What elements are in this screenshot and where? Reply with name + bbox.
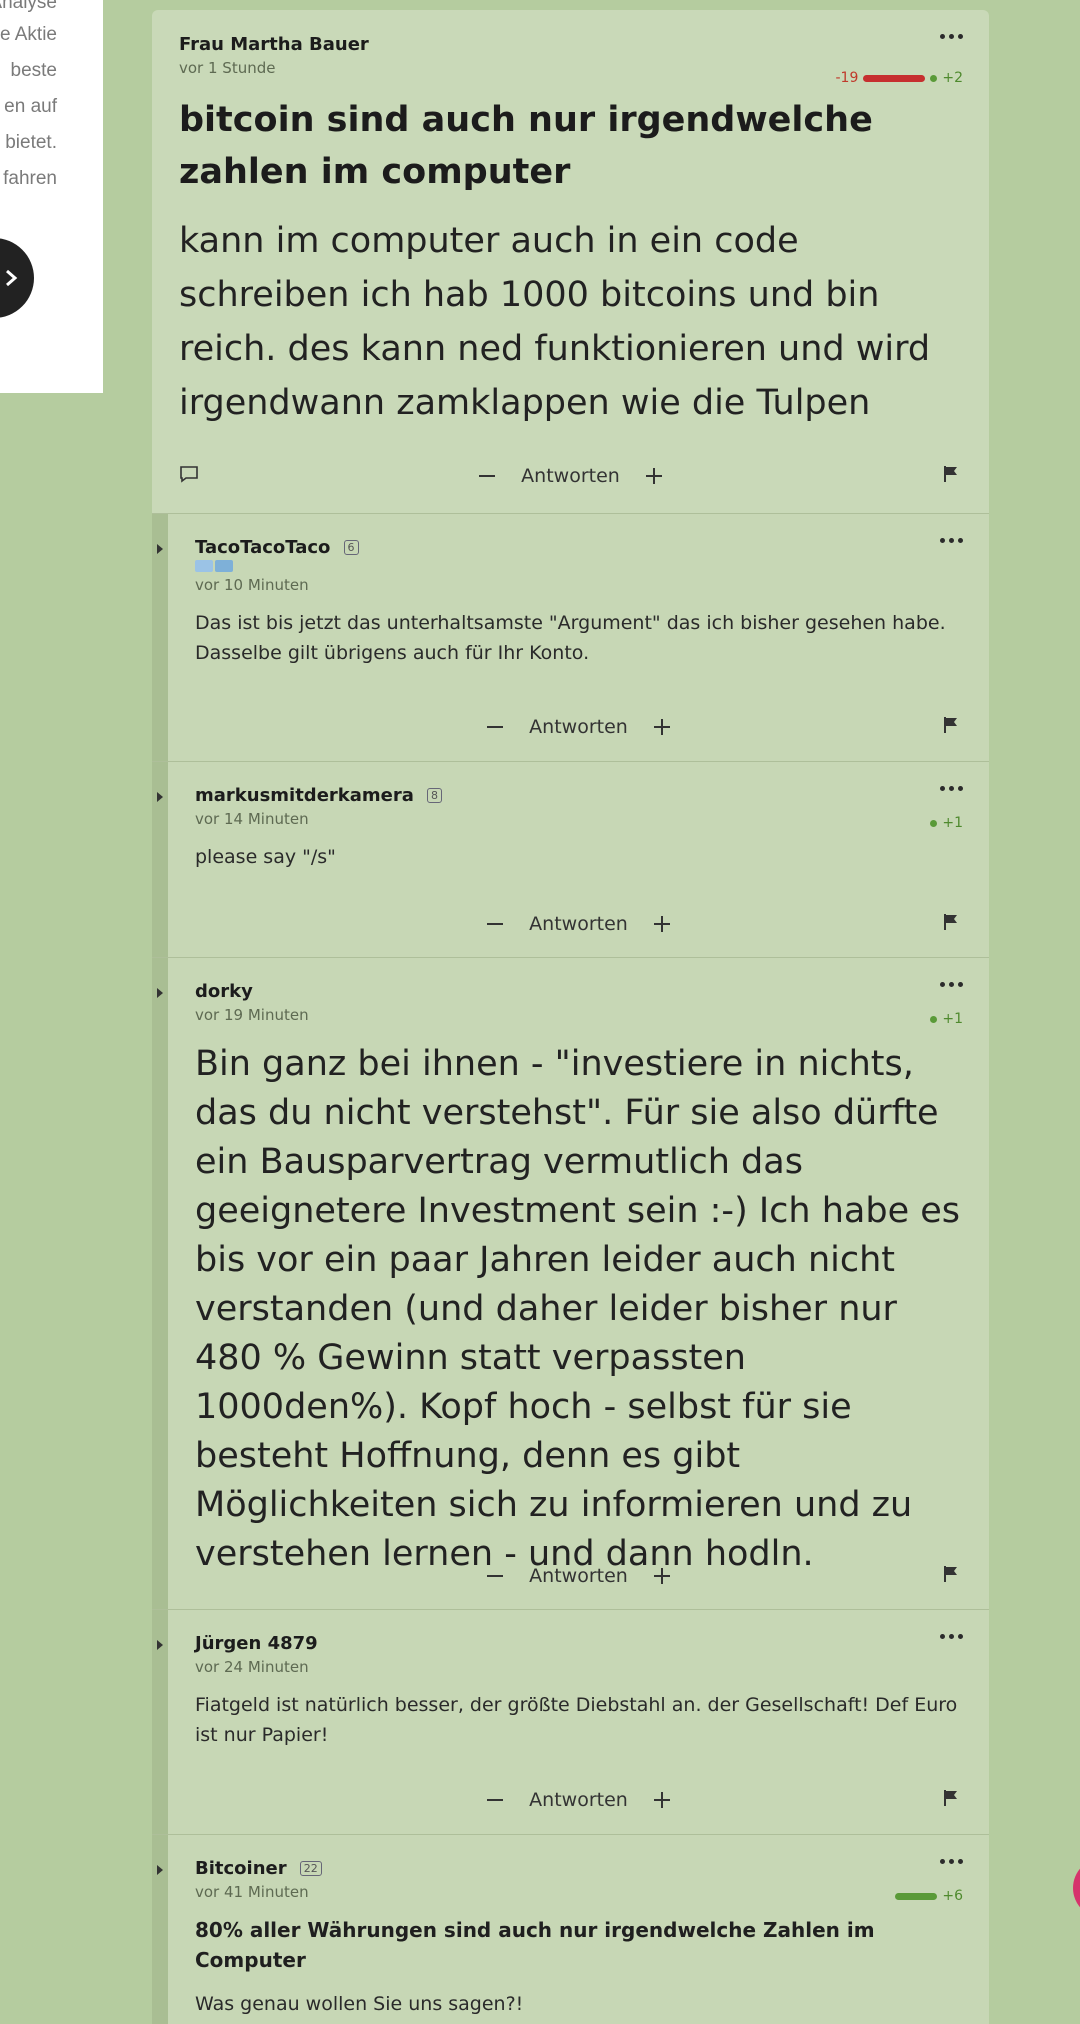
flag-icon xyxy=(215,560,233,572)
comment-author[interactable]: markusmitderkamera xyxy=(195,785,414,806)
comment-title: 80% aller Währungen sind auch nur irgend… xyxy=(195,1918,875,1972)
upvote-button[interactable] xyxy=(653,719,670,735)
flag-icon[interactable] xyxy=(943,716,959,738)
downvote-button[interactable] xyxy=(487,1799,504,1801)
reply-button[interactable]: Antworten xyxy=(523,716,634,738)
positive-votes: +6 xyxy=(942,1888,963,1904)
comment-author[interactable]: Jürgen 4879 xyxy=(195,1633,962,1654)
comment-body: Das ist bis jetzt das unterhaltsamste "A… xyxy=(195,612,946,664)
vote-ratio: +1 xyxy=(930,815,963,831)
posting-author[interactable]: Frau Martha Bauer xyxy=(179,34,962,55)
comment-actions: Antworten xyxy=(152,1556,989,1596)
reply-comment: markusmitderkamera 8 vor 14 Minuten plea… xyxy=(152,762,989,958)
comment-author[interactable]: TacoTacoTaco xyxy=(195,537,330,558)
positive-votes: +2 xyxy=(942,70,963,86)
downvote-button[interactable] xyxy=(487,1575,504,1577)
flag-icon xyxy=(195,560,213,572)
negative-votes: -19 xyxy=(835,70,859,86)
teaser-line: che Aktie xyxy=(0,24,57,45)
negative-bar xyxy=(863,74,926,82)
comment-author[interactable]: dorky xyxy=(195,981,962,1002)
upvote-button[interactable] xyxy=(653,916,670,932)
user-badge: 8 xyxy=(426,788,442,803)
comment-time: vor 14 Minuten xyxy=(195,810,309,828)
flag-icon[interactable] xyxy=(943,1789,959,1811)
comment-time: vor 41 Minuten xyxy=(195,1883,309,1901)
comment-time: vor 19 Minuten xyxy=(195,1006,309,1024)
comment-time: vor 10 Minuten xyxy=(195,576,309,594)
reply-button[interactable]: Antworten xyxy=(523,913,634,935)
reply-comment: Jürgen 4879 vor 24 Minuten Fiatgeld ist … xyxy=(152,1610,989,1835)
user-badge: 6 xyxy=(343,540,359,555)
reply-comment: Bitcoiner 22 vor 41 Minuten 80% aller Wä… xyxy=(152,1835,989,2024)
teaser-line: Analyse xyxy=(0,0,57,13)
user-badge: 22 xyxy=(299,1861,322,1876)
floating-action-button[interactable] xyxy=(1073,1858,1080,1918)
more-options-button[interactable] xyxy=(940,34,963,39)
posting-actions: Antworten xyxy=(152,456,989,496)
comment-body: Bin ganz bei ihnen - "investiere in nich… xyxy=(195,1044,960,1574)
posting-title: bitcoin sind auch nur irgendwelche zahle… xyxy=(179,100,873,192)
comment-thread: Frau Martha Bauer vor 1 Stunde -19 +2 bi… xyxy=(152,10,989,2024)
flag-icon[interactable] xyxy=(943,1565,959,1587)
more-options-button[interactable] xyxy=(940,538,963,543)
more-options-button[interactable] xyxy=(940,982,963,987)
comment-time: vor 24 Minuten xyxy=(195,1658,309,1676)
reply-button[interactable]: Antworten xyxy=(523,1565,634,1587)
downvote-button[interactable] xyxy=(487,726,504,728)
thread-gutter[interactable] xyxy=(152,958,168,1609)
comment-actions: Antworten xyxy=(152,707,989,747)
downvote-button[interactable] xyxy=(479,475,496,477)
comment-actions: Antworten xyxy=(152,1780,989,1820)
posting-body: kann im computer auch in ein code schrei… xyxy=(179,221,931,423)
comment-author[interactable]: Bitcoiner xyxy=(195,1858,287,1879)
comment-body: please say "/s" xyxy=(195,846,336,868)
next-button[interactable] xyxy=(0,238,34,318)
comment-actions: Antworten xyxy=(152,904,989,944)
flag-icon[interactable] xyxy=(943,465,959,487)
root-posting: Frau Martha Bauer vor 1 Stunde -19 +2 bi… xyxy=(152,10,989,514)
upvote-button[interactable] xyxy=(653,1792,670,1808)
chevron-right-icon xyxy=(6,269,18,287)
comment-body: Was genau wollen Sie uns sagen?! xyxy=(195,1993,524,2015)
flag-icon[interactable] xyxy=(943,913,959,935)
thread-gutter[interactable] xyxy=(152,1835,168,2024)
downvote-button[interactable] xyxy=(487,923,504,925)
user-flag-icons xyxy=(195,560,962,572)
comment-body: Fiatgeld ist natürlich besser, der größt… xyxy=(195,1694,958,1746)
positive-bar xyxy=(930,74,938,82)
vote-ratio: -19 +2 xyxy=(835,70,963,86)
more-options-button[interactable] xyxy=(940,1859,963,1864)
vote-ratio: +1 xyxy=(930,1011,963,1027)
more-options-button[interactable] xyxy=(940,1634,963,1639)
teaser-line: en auf xyxy=(4,96,57,117)
reply-button[interactable]: Antworten xyxy=(515,465,626,487)
upvote-button[interactable] xyxy=(653,1568,670,1584)
vote-ratio: +6 xyxy=(895,1888,963,1904)
teaser-line: fahren xyxy=(3,168,57,189)
positive-bar xyxy=(895,1892,938,1900)
teaser-line: e bietet. xyxy=(0,132,57,153)
teaser-line: beste xyxy=(10,60,57,81)
article-teaser-panel: Analyse che Aktie beste en auf e bietet.… xyxy=(0,0,103,393)
reply-comment: dorky vor 19 Minuten Bin ganz bei ihnen … xyxy=(152,958,989,1610)
positive-bar xyxy=(930,819,938,827)
upvote-button[interactable] xyxy=(645,468,662,484)
expand-caret-icon[interactable] xyxy=(157,1865,163,1875)
expand-caret-icon[interactable] xyxy=(157,1640,163,1650)
positive-votes: +1 xyxy=(942,1011,963,1027)
expand-caret-icon[interactable] xyxy=(157,988,163,998)
expand-caret-icon[interactable] xyxy=(157,544,163,554)
reply-comment: TacoTacoTaco 6 vor 10 Minuten Das ist bi… xyxy=(152,514,989,762)
positive-bar xyxy=(930,1015,938,1023)
reply-button[interactable]: Antworten xyxy=(523,1789,634,1811)
positive-votes: +1 xyxy=(942,815,963,831)
more-options-button[interactable] xyxy=(940,786,963,791)
expand-caret-icon[interactable] xyxy=(157,792,163,802)
